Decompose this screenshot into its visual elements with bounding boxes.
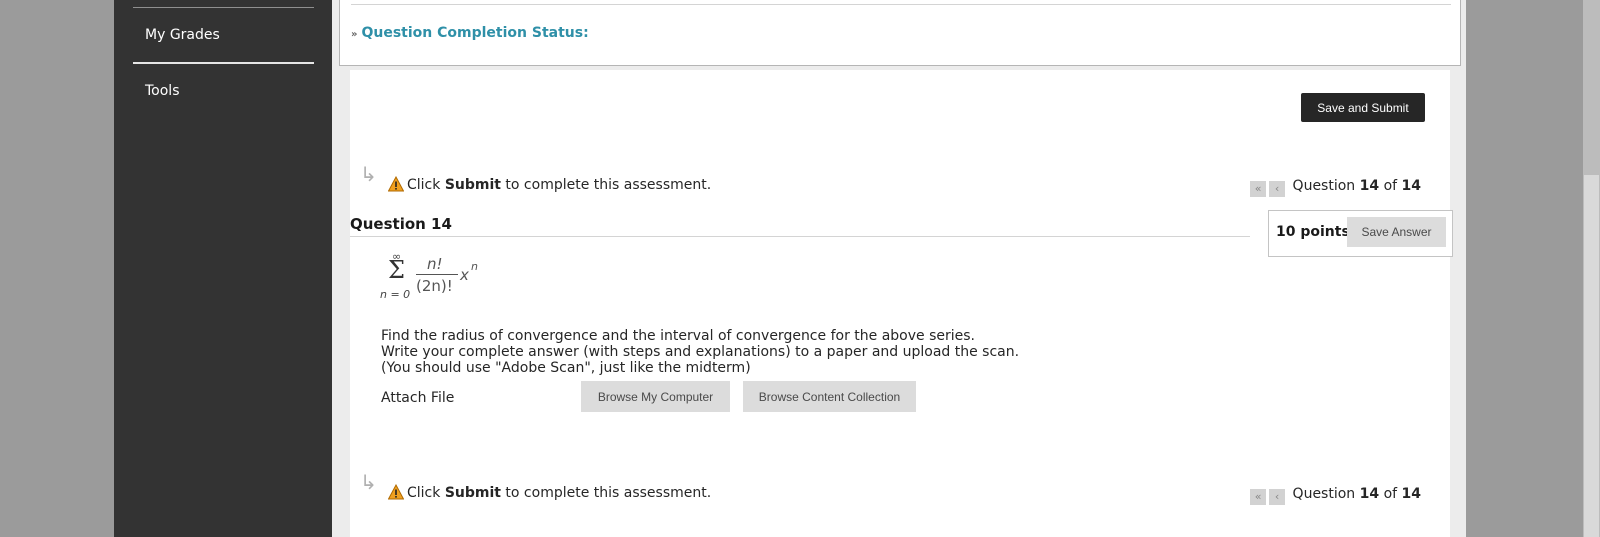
warning-icon xyxy=(388,176,404,192)
fraction-denominator: (2n)! xyxy=(416,277,453,295)
question-title: Question 14 xyxy=(350,215,452,233)
notice-suffix: to complete this assessment. xyxy=(505,177,712,193)
submit-notice: Click Submit to complete this assessment… xyxy=(388,176,711,193)
question-divider xyxy=(350,236,1250,237)
nav-item-my-grades[interactable]: My Grades xyxy=(145,27,220,43)
nav-item-tools[interactable]: Tools xyxy=(145,83,180,99)
points-label: 10 points xyxy=(1276,224,1350,240)
question-pager-bottom: «‹ Question 14 of 14 xyxy=(1250,486,1421,505)
pager-of: of xyxy=(1383,178,1398,194)
assessment-content: Save and Submit ↳ Click Submit to comple… xyxy=(350,70,1453,537)
course-menu: My Grades Tools xyxy=(114,0,332,537)
scrollbar-thumb[interactable] xyxy=(1584,175,1599,537)
question-line: Find the radius of convergence and the i… xyxy=(381,328,975,344)
pager-prefix: Question xyxy=(1292,178,1356,194)
pager-total: 14 xyxy=(1401,486,1421,502)
chevron-left-icon[interactable]: ‹ xyxy=(1269,181,1286,197)
return-arrow-icon: ↳ xyxy=(360,470,377,494)
attach-file-label: Attach File xyxy=(381,390,455,406)
completion-status-panel: » Question Completion Status: xyxy=(339,0,1461,66)
browse-content-collection-button[interactable]: Browse Content Collection xyxy=(743,381,916,412)
pager-total: 14 xyxy=(1401,178,1421,194)
pager-current: 14 xyxy=(1359,178,1380,194)
power-base: x xyxy=(460,266,469,284)
series-formula: ∞ Σ n = 0 n! (2n)! x n xyxy=(380,250,490,310)
notice-submit-word: Submit xyxy=(444,485,501,501)
pager-prefix: Question xyxy=(1292,486,1356,502)
chevron-left-icon[interactable]: ‹ xyxy=(1269,489,1286,505)
completion-status-toggle[interactable]: » Question Completion Status: xyxy=(351,25,589,41)
pager-of: of xyxy=(1383,486,1398,502)
question-line: (You should use "Adobe Scan", just like … xyxy=(381,360,751,376)
submit-notice-bottom: Click Submit to complete this assessment… xyxy=(388,484,711,501)
question-line: Write your complete answer (with steps a… xyxy=(381,344,1020,360)
sum-lower-limit: n = 0 xyxy=(380,288,411,301)
points-box: 10 points Save Answer xyxy=(1268,210,1453,257)
menu-divider xyxy=(133,7,314,8)
divider xyxy=(351,4,1451,5)
question-text: Find the radius of convergence and the i… xyxy=(381,328,1019,376)
double-chevron-left-icon[interactable]: « xyxy=(1250,181,1267,197)
save-and-submit-button[interactable]: Save and Submit xyxy=(1301,93,1425,122)
question-pager: «‹ Question 14 of 14 xyxy=(1250,178,1421,197)
save-answer-button[interactable]: Save Answer xyxy=(1347,217,1446,247)
menu-divider xyxy=(133,62,314,64)
notice-submit-word: Submit xyxy=(444,177,501,193)
return-arrow-icon: ↳ xyxy=(360,162,377,186)
power-exponent: n xyxy=(471,260,478,273)
double-chevron-left-icon[interactable]: « xyxy=(1250,489,1267,505)
notice-suffix: to complete this assessment. xyxy=(505,485,712,501)
notice-prefix: Click xyxy=(407,485,441,501)
fraction-bar xyxy=(416,274,458,275)
double-chevron-down-icon: » xyxy=(351,29,358,40)
fraction-numerator: n! xyxy=(427,255,443,273)
warning-icon xyxy=(388,484,404,500)
completion-status-label: Question Completion Status: xyxy=(361,25,589,41)
browse-my-computer-button[interactable]: Browse My Computer xyxy=(581,381,730,412)
pager-current: 14 xyxy=(1359,486,1380,502)
sigma-symbol: Σ xyxy=(388,256,405,284)
notice-prefix: Click xyxy=(407,177,441,193)
